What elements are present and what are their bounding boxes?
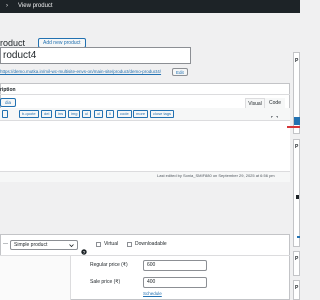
publish-button[interactable]	[294, 117, 300, 125]
quicktag-code[interactable]: code	[117, 110, 132, 118]
add-category-link[interactable]	[297, 236, 300, 238]
permalink-row: https://demo.mutka.in/mil-wc-multisite-e…	[0, 68, 161, 76]
virtual-checkbox[interactable]	[96, 242, 101, 247]
trash-link[interactable]	[287, 126, 300, 128]
schedule-link[interactable]: Schedule	[143, 290, 162, 297]
sale-price-label: Sale price (₹)	[90, 279, 121, 285]
last-edited-text: Last edited by Sonia_SMIF880 on Septembe…	[157, 173, 275, 178]
quicktag-close-tags[interactable]: close tags	[150, 110, 175, 118]
product-data-dash: —	[3, 241, 8, 247]
description-title: ription	[0, 87, 16, 93]
expand-icon[interactable]	[270, 110, 279, 124]
categories-box	[293, 139, 300, 247]
quicktag-link[interactable]	[2, 110, 8, 118]
publish-box-title: P	[295, 58, 299, 64]
admin-bar: › View product	[0, 0, 300, 13]
category-item[interactable]	[296, 195, 299, 199]
chevron-down-icon	[69, 244, 74, 248]
product-type-select[interactable]: Simple product	[10, 240, 78, 250]
editor-textarea[interactable]	[0, 121, 290, 171]
product-data-tabs	[0, 256, 71, 300]
quicktag-b-quote[interactable]: b-quote	[19, 110, 39, 118]
regular-price-input[interactable]: 600	[143, 260, 207, 271]
image-box-title: P	[295, 285, 299, 291]
quicktag-ol[interactable]: ol	[94, 110, 104, 118]
downloadable-checkbox[interactable]	[127, 242, 132, 247]
quicktag-li[interactable]: li	[106, 110, 114, 118]
help-icon[interactable]: ?	[81, 242, 87, 255]
tags-box-title: P	[295, 256, 299, 262]
categories-box-title: P	[295, 144, 299, 150]
regular-price-label: Regular price (₹)	[90, 262, 128, 268]
permalink-edit-button[interactable]: Edit	[172, 68, 188, 76]
permalink-url[interactable]: https://demo.mutka.in/mil-wc-multisite-e…	[0, 69, 161, 74]
virtual-label: Virtual	[104, 241, 119, 247]
quicktag-more[interactable]: more	[133, 110, 149, 118]
quicktag-img[interactable]: img	[68, 110, 81, 118]
view-product-link[interactable]: View product	[18, 2, 53, 10]
tags-box	[293, 251, 300, 276]
quicktag-del[interactable]: del	[41, 110, 53, 118]
divider	[0, 234, 290, 235]
add-media-button[interactable]: dia	[0, 98, 17, 107]
quicktag-ul[interactable]: ul	[82, 110, 92, 118]
divider	[0, 94, 290, 95]
downloadable-label: Downloadable	[135, 241, 167, 247]
admin-bar-separator-icon: ›	[6, 3, 8, 9]
product-type-value: Simple product	[14, 242, 48, 248]
sale-price-input[interactable]: 400	[143, 277, 207, 288]
quicktag-ins[interactable]: ins	[55, 110, 67, 118]
product-title-input[interactable]: roduct4	[0, 47, 191, 64]
